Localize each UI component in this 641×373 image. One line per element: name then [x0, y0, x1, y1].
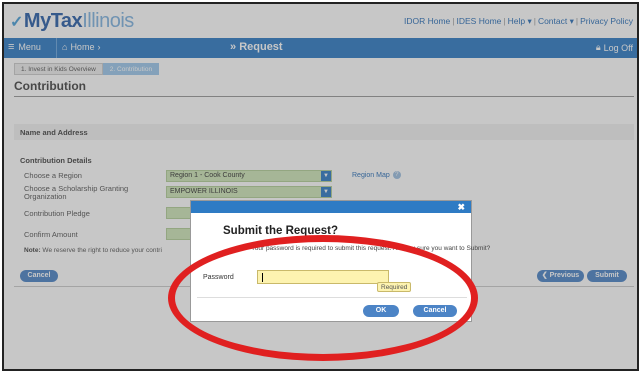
close-icon[interactable]: ✖ — [457, 201, 465, 213]
dialog-header: ✖ — [191, 201, 471, 213]
highlight-ellipse — [168, 235, 478, 361]
screenshot-frame: ✓MyTaxIllinois IDOR Home | IDES Home | Help … — [2, 2, 639, 371]
